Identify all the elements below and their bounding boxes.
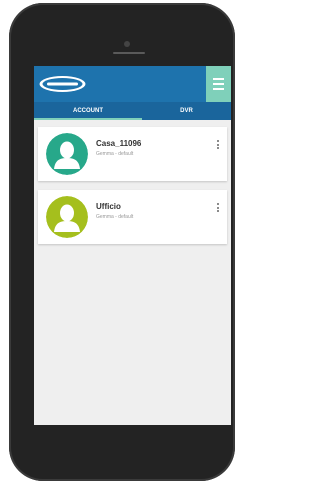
user-avatar-icon: [46, 133, 88, 175]
tab-dvr[interactable]: DVR: [142, 102, 231, 120]
user-avatar-icon: [46, 196, 88, 238]
tab-indicator: [34, 118, 142, 120]
more-vert-icon[interactable]: [216, 203, 220, 212]
phone-frame: ACCOUNT DVR Casa_11096 Gemma - default U…: [9, 3, 235, 481]
app-screen: ACCOUNT DVR Casa_11096 Gemma - default U…: [34, 66, 231, 425]
account-subtitle: Gemma - default: [96, 214, 134, 220]
brand-logo-icon: [39, 76, 86, 92]
account-card[interactable]: Ufficio Gemma - default: [38, 190, 227, 244]
account-subtitle: Gemma - default: [96, 151, 134, 157]
hamburger-menu-icon[interactable]: [206, 66, 231, 102]
account-card[interactable]: Casa_11096 Gemma - default: [38, 127, 227, 181]
front-camera: [124, 41, 130, 47]
app-bar: [34, 66, 231, 102]
account-name: Ufficio: [96, 202, 121, 211]
more-vert-icon[interactable]: [216, 140, 220, 149]
earpiece-speaker: [113, 52, 145, 54]
account-name: Casa_11096: [96, 139, 142, 148]
